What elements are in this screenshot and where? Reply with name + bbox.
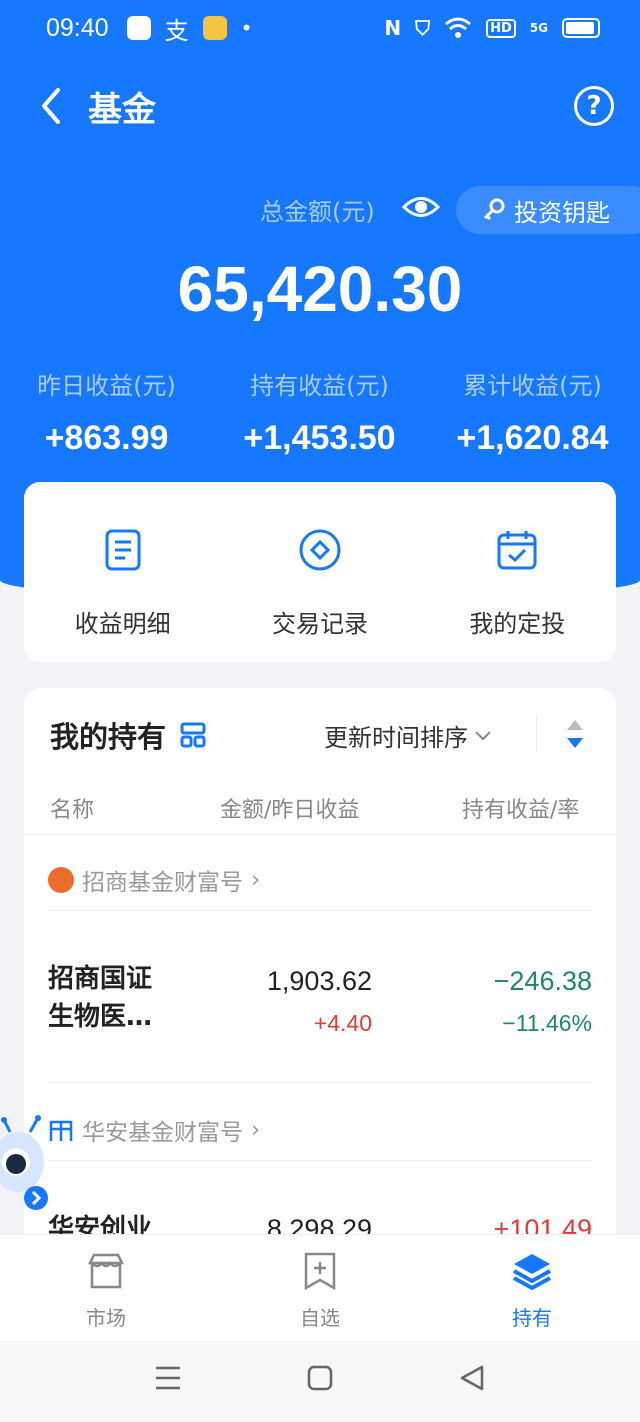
home-icon[interactable] (306, 1364, 334, 1392)
tab-watchlist[interactable]: 自选 (260, 1251, 380, 1331)
market-icon (87, 1253, 125, 1289)
earnings-stats: 昨日收益(元) +863.99 持有收益(元) +1,453.50 累计收益(元… (0, 366, 640, 466)
fund-name-line: 招商国证 (48, 964, 153, 994)
menu-icon[interactable] (154, 1364, 182, 1392)
fund-holding-gain: −246.38 (493, 966, 592, 996)
tab-holdings[interactable]: 持有 (472, 1251, 592, 1331)
divider (48, 910, 592, 911)
status-bar: 09:40 支 • N ⛉ HD 5G (0, 0, 640, 56)
fund-company-link[interactable]: 招商基金财富号 › (48, 860, 260, 900)
alipay-notification-icon: 支 (164, 16, 189, 45)
quick-actions-card: 收益明细 交易记录 我的定投 (24, 482, 616, 662)
add-favorite-icon (304, 1252, 336, 1291)
diamond-circle-icon (299, 529, 341, 571)
shield-icon: ⛉ (415, 16, 431, 40)
chevron-right-icon: › (251, 1117, 261, 1143)
divider (24, 834, 616, 835)
fund-name: 招商国证 生物医… (48, 960, 188, 1036)
status-app-icons: 支 • (126, 11, 253, 46)
fund-company-name: 招商基金财富号 (82, 870, 243, 896)
fund-yesterday-gain: +4.40 (313, 1010, 372, 1036)
quick-action-label: 我的定投 (469, 610, 566, 638)
tab-label: 市场 (86, 1306, 126, 1330)
quick-action-auto-invest[interactable]: 我的定投 (419, 482, 616, 662)
document-icon (105, 529, 141, 571)
column-header-name: 名称 (50, 798, 95, 823)
stat-label: 持有收益(元) (250, 372, 389, 400)
column-header-amount: 金额/昨日收益 (220, 798, 360, 823)
battery-icon (562, 18, 600, 38)
divider (48, 1082, 592, 1083)
assistant-mascot-icon[interactable] (0, 1112, 54, 1212)
chevron-right-icon: › (251, 867, 261, 893)
investment-key-button[interactable]: 投资钥匙 (456, 186, 640, 234)
stat-label: 昨日收益(元) (37, 372, 176, 400)
sort-dropdown[interactable]: 更新时间排序 (324, 718, 492, 753)
total-row: 总金额(元) 投资钥匙 (0, 186, 640, 234)
tab-label: 自选 (300, 1306, 340, 1330)
holdings-card: 我的持有 更新时间排序 名称 金额/昨日收益 持有收益/率 招商基金财富号 › … (24, 688, 616, 1248)
nfc-icon: N (384, 16, 402, 40)
dot-icon: • (240, 16, 253, 40)
grid-view-icon[interactable] (180, 722, 206, 748)
bottom-tab-bar: 市场 自选 持有 (0, 1234, 640, 1340)
stat-value: +863.99 (44, 419, 169, 457)
wifi-icon (445, 17, 472, 38)
quick-action-label: 交易记录 (271, 610, 368, 638)
fund-holding-rate: −11.46% (502, 1010, 592, 1036)
stat-value: +1,453.50 (243, 419, 396, 457)
quick-action-label: 收益明细 (74, 610, 171, 638)
back-nav-icon[interactable] (458, 1364, 486, 1392)
stat-holding: 持有收益(元) +1,453.50 (213, 366, 426, 458)
stat-cumulative: 累计收益(元) +1,620.84 (426, 366, 639, 458)
total-amount-label: 总金额(元) (260, 198, 375, 226)
stat-yesterday: 昨日收益(元) +863.99 (0, 366, 213, 458)
calendar-check-icon (497, 531, 537, 570)
divider (536, 716, 537, 752)
holdings-title: 我的持有 (50, 720, 167, 754)
app-notification-icon (126, 16, 151, 40)
sort-order-icon[interactable] (564, 718, 586, 750)
fund-amount: 1,903.62 (266, 966, 372, 996)
chevron-down-icon (475, 730, 491, 740)
eye-icon[interactable] (402, 192, 440, 222)
column-header-holding-gain: 持有收益/率 (462, 798, 580, 823)
stat-label: 累计收益(元) (463, 372, 602, 400)
back-icon[interactable] (34, 86, 74, 126)
status-indicators: N ⛉ HD 5G (384, 16, 600, 40)
help-icon[interactable]: ? (574, 86, 614, 126)
key-icon (483, 198, 505, 221)
tab-market[interactable]: 市场 (46, 1251, 166, 1331)
tab-label: 持有 (512, 1306, 552, 1330)
cmb-fund-logo-icon (48, 867, 74, 893)
total-amount-value: 65,420.30 (177, 253, 463, 325)
page-title: 基金 (88, 90, 156, 130)
investment-key-label: 投资钥匙 (514, 198, 610, 227)
quick-action-transactions[interactable]: 交易记录 (221, 482, 418, 662)
system-navigation-bar (0, 1340, 640, 1422)
app-notification-icon-2 (202, 16, 227, 40)
sort-label: 更新时间排序 (324, 724, 468, 752)
signal-icon: 5G (529, 21, 548, 35)
fund-name-line: 生物医… (48, 1002, 153, 1032)
fund-company-name: 华安基金财富号 (82, 1120, 243, 1146)
top-nav: 基金 ? (0, 70, 640, 140)
divider (48, 1160, 592, 1161)
status-time: 09:40 (46, 13, 109, 42)
holdings-header: 我的持有 更新时间排序 (24, 688, 616, 780)
hd-icon: HD (486, 18, 516, 38)
stat-value: +1,620.84 (456, 419, 609, 457)
fund-company-link[interactable]: 华安基金财富号 › (48, 1110, 260, 1150)
quick-action-earnings-detail[interactable]: 收益明细 (24, 482, 221, 662)
layers-icon (513, 1254, 551, 1291)
